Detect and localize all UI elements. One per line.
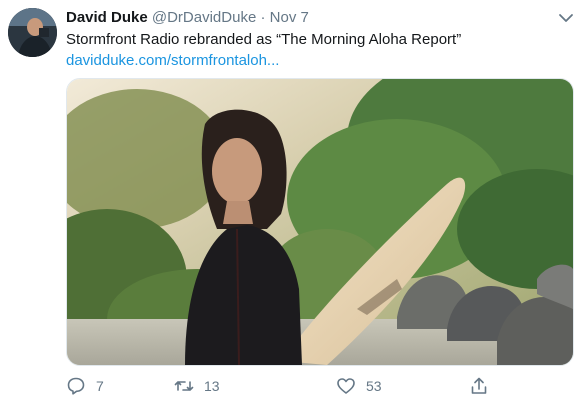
header-separator: · — [260, 9, 266, 26]
tweet-text: Stormfront Radio rebranded as “The Morni… — [66, 31, 462, 48]
reply-count: 7 — [96, 378, 104, 394]
retweet-button[interactable]: 13 — [174, 372, 220, 400]
reply-icon — [66, 376, 86, 396]
retweet-count: 13 — [204, 378, 220, 394]
author-name[interactable]: David Duke — [66, 9, 148, 26]
tweet-header: David Duke @DrDavidDuke · Nov 7 — [66, 8, 309, 28]
retweet-icon — [174, 376, 194, 396]
like-count: 53 — [366, 378, 382, 394]
tweet-media-image[interactable] — [66, 78, 574, 366]
tweet-timestamp[interactable]: Nov 7 — [270, 9, 309, 26]
share-button[interactable] — [469, 372, 499, 400]
like-button[interactable]: 53 — [336, 372, 382, 400]
avatar-image — [8, 8, 57, 57]
share-icon — [469, 376, 489, 396]
tweet-card[interactable]: David Duke @DrDavidDuke · Nov 7 Stormfro… — [0, 0, 587, 406]
tweet-actions: 7 13 53 — [66, 372, 572, 400]
reply-button[interactable]: 7 — [66, 372, 104, 400]
author-handle[interactable]: @DrDavidDuke — [152, 9, 256, 26]
heart-icon — [336, 376, 356, 396]
tweet-link[interactable]: davidduke.com/stormfrontaloh... — [66, 51, 279, 71]
chevron-down-icon[interactable] — [556, 10, 576, 26]
avatar[interactable] — [8, 8, 57, 57]
